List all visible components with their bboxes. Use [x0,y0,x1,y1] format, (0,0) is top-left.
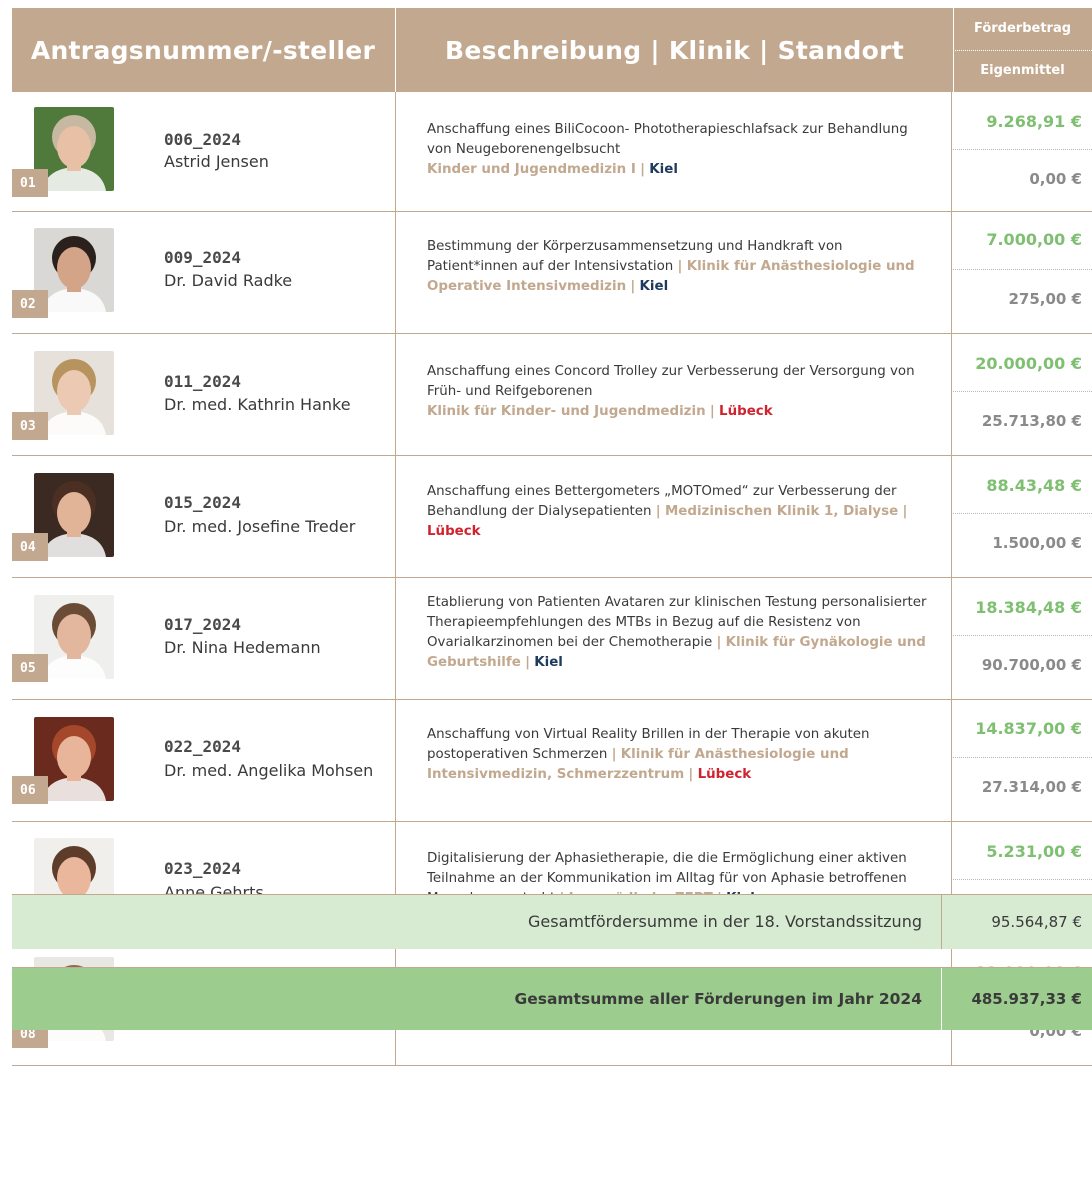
project-description: Anschaffung eines BiliCocoon- Photothera… [427,122,908,157]
meeting-total-label: Gesamtfördersumme in der 18. Vorstandssi… [528,912,922,931]
separator: | [630,279,636,294]
table-header: Antragsnummer/-steller Beschreibung | Kl… [12,8,1092,92]
year-total-value: 485.937,33 € [941,968,1092,1030]
separator: | [525,655,530,670]
applicant-name: Dr. med. Kathrin Hanke [164,395,351,414]
application-number: 017_2024 [164,615,242,634]
description-text: Anschaffung von Virtual Reality Brillen … [427,725,932,785]
location: Kiel [649,162,678,177]
funding-amount: 9.268,91 € [986,112,1082,131]
table-row: 03 011_2024 Dr. med. Kathrin Hanke Ansch… [12,334,1092,456]
description-text: Anschaffung eines BiliCocoon- Photothera… [427,120,932,180]
location: Lübeck [719,404,773,419]
amount-divider [953,391,1092,392]
description-cell: Anschaffung eines BiliCocoon- Photothera… [395,92,952,211]
applicant-name: Dr. med. Angelika Mohsen [164,761,374,780]
row-number: 02 [12,290,48,318]
own-funds: 27.314,00 € [981,778,1082,796]
row-number: 04 [12,533,48,561]
table-row: 06 022_2024 Dr. med. Angelika Mohsen Ans… [12,700,1092,822]
location: Lübeck [697,767,752,782]
meeting-total-value: 95.564,87 € [941,895,1092,949]
row-number: 01 [12,169,48,197]
row-number: 03 [12,412,48,440]
funding-amount: 7.000,00 € [986,230,1082,249]
row-number: 06 [12,776,48,804]
amount-divider [953,513,1092,514]
own-funds: 275,00 € [1008,290,1082,308]
location: Lübeck [427,524,481,539]
meeting-total-row: Gesamtfördersumme in der 18. Vorstandssi… [12,894,1092,949]
amount-divider [953,635,1092,636]
table-row: 01 006_2024 Astrid Jensen Anschaffung ei… [12,92,1092,212]
description-cell: Bestimmung der Körperzusammensetzung und… [395,212,952,333]
description-cell: Etablierung von Patienten Avataren zur k… [395,578,952,699]
header-funding-amount: Förderbetrag [953,8,1092,51]
applicant-name: Dr. Nina Hedemann [164,638,321,657]
amount-divider [953,879,1092,880]
application-number: 011_2024 [164,372,242,391]
row-number: 05 [12,654,48,682]
table-row: 02 009_2024 Dr. David Radke Bestimmung d… [12,212,1092,334]
location: Kiel [534,655,563,670]
own-funds: 1.500,00 € [992,534,1082,552]
applicant-name: Dr. med. Josefine Treder [164,517,356,536]
separator: | [709,404,715,419]
separator: | [902,504,908,519]
header-description: Beschreibung | Klinik | Standort [395,8,954,92]
applicant-name: Dr. David Radke [164,271,293,290]
clinic-name: Medizinischen Klinik 1, Dialyse [664,504,899,519]
application-number: 023_2024 [164,859,242,878]
table-row: 04 015_2024 Dr. med. Josefine Treder Ans… [12,456,1092,578]
year-total-label: Gesamtsumme aller Förderungen im Jahr 20… [514,990,922,1008]
amount-divider [953,149,1092,150]
funding-amount: 20.000,00 € [975,354,1082,373]
header-applicant: Antragsnummer/-steller [30,35,376,65]
project-description: Anschaffung eines Concord Trolley zur Ve… [427,364,915,399]
funding-amount: 18.384,48 € [975,598,1082,617]
description-text: Bestimmung der Körperzusammensetzung und… [427,237,932,297]
separator: | [688,767,694,782]
location: Kiel [639,279,669,294]
description-cell: Anschaffung eines Concord Trolley zur Ve… [395,334,952,455]
application-number: 006_2024 [164,130,242,149]
description-text: Anschaffung eines Concord Trolley zur Ve… [427,362,932,422]
own-funds: 25.713,80 € [981,412,1082,430]
description-text: Etablierung von Patienten Avataren zur k… [427,593,932,673]
separator: | [611,747,617,762]
own-funds: 0,00 € [1029,170,1082,188]
application-number: 022_2024 [164,737,242,756]
header-own-funds: Eigenmittel [980,63,1065,78]
description-cell: Anschaffung eines Bettergometers „MOTOme… [395,456,952,577]
applicant-name: Astrid Jensen [164,152,269,171]
separator: | [716,635,722,650]
clinic-name: Klinik für Kinder- und Jugendmedizin [427,404,706,419]
description-cell: Anschaffung von Virtual Reality Brillen … [395,700,952,821]
table-row: 05 017_2024 Dr. Nina Hedemann Etablierun… [12,578,1092,700]
clinic-name: Kinder und Jugendmedizin I [427,162,636,177]
amount-divider [953,269,1092,270]
separator: | [655,504,661,519]
application-number: 009_2024 [164,248,242,267]
separator: | [677,259,683,274]
funding-amount: 5.231,00 € [986,842,1082,861]
year-total-row: Gesamtsumme aller Förderungen im Jahr 20… [12,968,1092,1030]
funding-amount: 14.837,00 € [975,719,1082,738]
application-number: 015_2024 [164,493,242,512]
amount-divider [953,757,1092,758]
own-funds: 90.700,00 € [981,656,1082,674]
description-text: Anschaffung eines Bettergometers „MOTOme… [427,482,932,542]
separator: | [640,162,645,177]
funding-amount: 88.43,48 € [986,476,1082,495]
